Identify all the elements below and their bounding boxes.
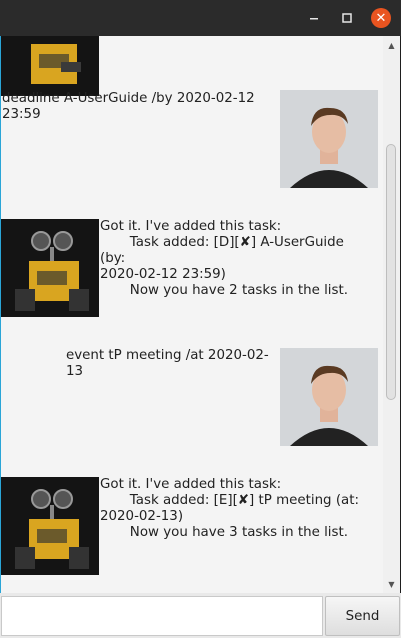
duke-avatar: [1, 36, 99, 96]
user-input[interactable]: [1, 596, 323, 636]
duke-avatar: [1, 219, 99, 317]
scroll-up-icon[interactable]: ▲: [383, 39, 400, 51]
duke-avatar: [1, 477, 99, 575]
close-icon[interactable]: ✕: [371, 8, 391, 28]
user-avatar: [280, 348, 378, 446]
duke-message: Got it. I've added this task: Task added…: [100, 219, 349, 298]
vertical-scrollbar[interactable]: ▲ ▼: [383, 36, 400, 593]
title-bar: ✕: [0, 0, 401, 36]
minimize-icon[interactable]: [304, 8, 324, 28]
user-avatar: [280, 90, 378, 188]
maximize-icon[interactable]: [337, 8, 357, 28]
user-message: deadline A-UserGuide /by 2020-02-12 23:5…: [2, 91, 255, 122]
send-button[interactable]: Send: [325, 596, 400, 636]
user-message: event tP meeting /at 2020-02-13: [66, 348, 269, 379]
scroll-thumb[interactable]: [386, 144, 396, 400]
dialog-container: deadline A-UserGuide /by 2020-02-12 23:5…: [1, 36, 383, 593]
scroll-down-icon[interactable]: ▼: [383, 578, 400, 590]
duke-message: Got it. I've added this task: Task added…: [100, 477, 360, 540]
